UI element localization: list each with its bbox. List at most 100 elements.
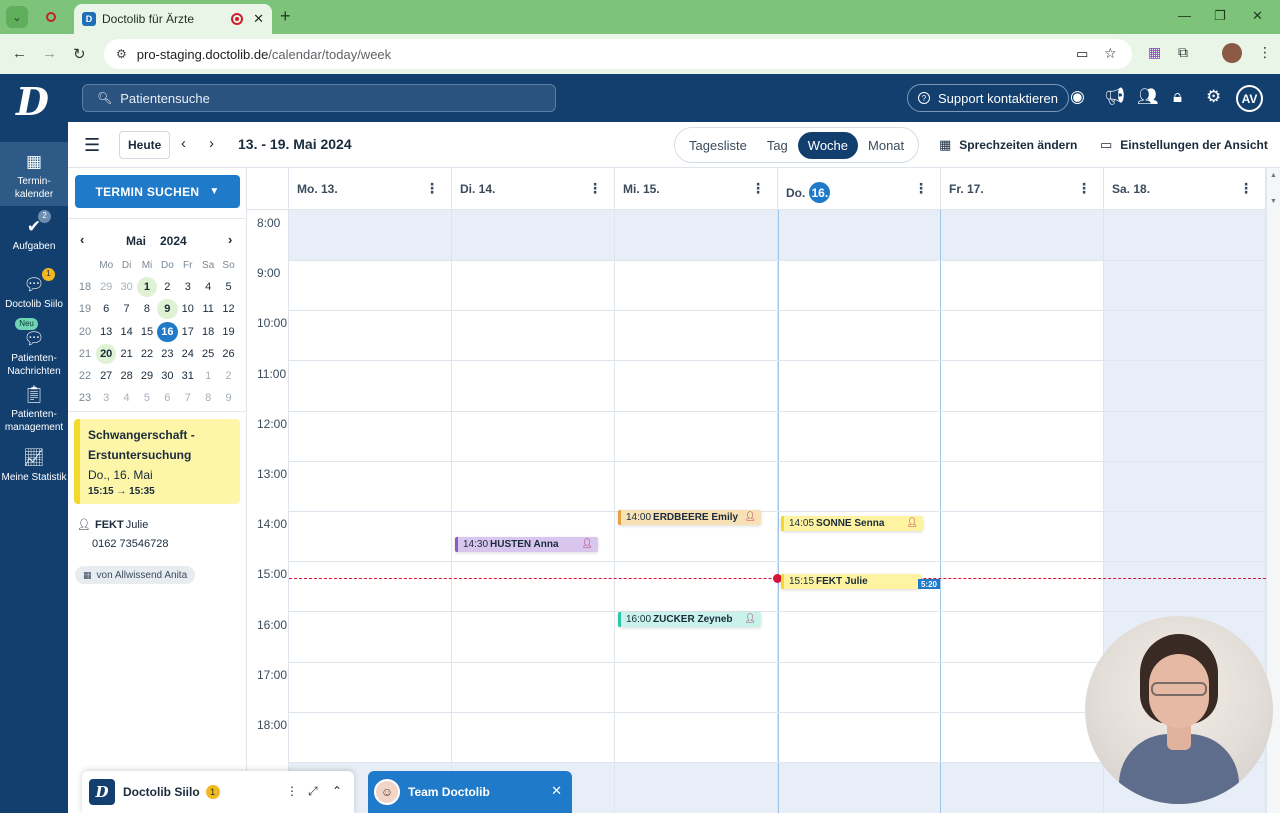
- profile-avatar[interactable]: [1222, 43, 1242, 63]
- view-tab-tagesliste[interactable]: Tagesliste: [679, 132, 757, 159]
- view-settings-button[interactable]: ▭ Einstellungen der Ansicht: [1100, 137, 1268, 153]
- lock-icon[interactable]: 🔒︎: [1173, 87, 1182, 107]
- reload-icon[interactable]: ↻: [73, 45, 86, 63]
- mini-calendar-next-button[interactable]: ›: [228, 232, 232, 247]
- extension-grid-icon[interactable]: ▦: [1148, 44, 1161, 61]
- mini-calendar-day[interactable]: 11: [198, 299, 218, 319]
- mini-calendar-day[interactable]: 9: [218, 388, 238, 408]
- more-options-icon[interactable]: ⋮: [1239, 180, 1253, 197]
- megaphone-icon[interactable]: 📢︎: [1104, 87, 1126, 107]
- chevron-up-icon[interactable]: ⌃: [332, 784, 342, 798]
- change-hours-button[interactable]: ▦ Sprechzeiten ändern: [939, 137, 1077, 153]
- next-week-button[interactable]: ›: [209, 135, 214, 152]
- mini-calendar-day[interactable]: 1: [136, 277, 158, 298]
- mini-calendar-day[interactable]: 23: [157, 344, 177, 364]
- mini-calendar-day[interactable]: 12: [218, 299, 238, 319]
- mini-calendar-day[interactable]: 6: [96, 299, 116, 319]
- mini-calendar-day[interactable]: 5: [137, 388, 157, 408]
- support-button[interactable]: ? Support kontaktieren: [907, 84, 1069, 112]
- event-erdbeere-emily[interactable]: 14:00 ERDBEERE Emily 👤︎: [618, 510, 761, 525]
- more-options-icon[interactable]: ⋮: [1077, 180, 1091, 197]
- close-window-button[interactable]: ✕: [1252, 8, 1263, 24]
- scroll-down-icon[interactable]: ▼: [1270, 198, 1277, 205]
- mini-calendar-day[interactable]: 21: [116, 344, 136, 364]
- mini-calendar-day[interactable]: 26: [218, 344, 238, 364]
- extensions-puzzle-icon[interactable]: ⧉: [1178, 44, 1188, 61]
- mini-calendar-day[interactable]: 7: [178, 388, 198, 408]
- mini-calendar-day[interactable]: 13: [96, 322, 116, 342]
- scroll-up-icon[interactable]: ▲: [1270, 172, 1277, 179]
- mini-calendar-day[interactable]: 15: [137, 322, 157, 342]
- close-tab-icon[interactable]: ✕: [253, 11, 264, 27]
- site-info-icon[interactable]: ⚙: [116, 47, 127, 61]
- mini-calendar-day[interactable]: 8: [198, 388, 218, 408]
- tab-list-button[interactable]: ⌄: [6, 6, 28, 28]
- user-avatar[interactable]: AV: [1236, 85, 1263, 112]
- team-doctolib-widget[interactable]: ☺ Team Doctolib ✕: [368, 771, 572, 813]
- mini-calendar-day[interactable]: 18: [198, 322, 218, 342]
- mini-calendar-day[interactable]: 28: [116, 366, 136, 386]
- mini-calendar-day[interactable]: 4: [198, 277, 218, 297]
- mini-calendar-prev-button[interactable]: ‹: [80, 232, 84, 247]
- more-options-icon[interactable]: ⋮: [425, 180, 439, 197]
- mini-calendar-day[interactable]: 10: [178, 299, 198, 319]
- rail-item-patient-messages[interactable]: 💬︎ Neu Patienten- Nachrichten: [0, 318, 68, 378]
- patient-info[interactable]: 👤︎ FEKT Julie: [77, 518, 148, 531]
- mini-calendar-day[interactable]: 2: [157, 277, 177, 297]
- day-header-mo[interactable]: Mo. 13. ⋮: [289, 168, 452, 210]
- siilo-chat-widget[interactable]: D Doctolib Siilo 1 ⋮ ⤢ ⌃: [82, 771, 354, 813]
- previous-week-button[interactable]: ‹: [181, 135, 186, 152]
- day-header-mi[interactable]: Mi. 15. ⋮: [615, 168, 778, 210]
- day-header-fr[interactable]: Fr. 17. ⋮: [941, 168, 1104, 210]
- mini-calendar-day[interactable]: 24: [178, 344, 198, 364]
- mini-calendar-day[interactable]: 30: [116, 277, 136, 297]
- browser-tab[interactable]: D Doctolib für Ärzte ✕: [74, 4, 272, 34]
- mini-calendar-day[interactable]: 20: [96, 343, 117, 364]
- view-tab-monat[interactable]: Monat: [858, 132, 914, 159]
- event-zucker-zeyneb[interactable]: 16:00 ZUCKER Zeyneb 👤︎: [618, 612, 761, 627]
- patient-search-input[interactable]: 🔍︎ Patientensuche: [82, 84, 556, 112]
- mini-calendar-day[interactable]: 19: [218, 322, 238, 342]
- rail-item-statistics[interactable]: 📈︎ Meine Statistik: [0, 447, 68, 484]
- doctolib-logo[interactable]: D: [16, 83, 49, 121]
- forward-icon[interactable]: →: [42, 45, 57, 62]
- back-icon[interactable]: ←: [12, 45, 27, 62]
- bookmark-star-icon[interactable]: ☆: [1104, 45, 1117, 62]
- mini-calendar-day[interactable]: 3: [178, 277, 198, 297]
- mini-calendar-day[interactable]: 29: [96, 277, 116, 297]
- today-button[interactable]: Heute: [119, 131, 171, 159]
- view-tab-tag[interactable]: Tag: [757, 132, 798, 159]
- record-icon[interactable]: [40, 6, 62, 28]
- mini-calendar-day[interactable]: 29: [137, 366, 157, 386]
- rail-item-tasks[interactable]: ✔ 2 Aufgaben: [0, 210, 68, 253]
- mini-calendar-day[interactable]: 27: [96, 366, 116, 386]
- mini-calendar-day[interactable]: 31: [178, 366, 198, 386]
- mini-calendar-day[interactable]: 9: [157, 299, 178, 320]
- mini-calendar-day[interactable]: 4: [116, 388, 136, 408]
- team-icon[interactable]: 👥︎: [1137, 87, 1159, 107]
- mini-calendar-day[interactable]: 14: [116, 322, 136, 342]
- gear-icon[interactable]: ⚙: [1206, 87, 1221, 107]
- find-appointment-button[interactable]: TERMIN SUCHEN ▼: [75, 175, 240, 208]
- view-tab-woche[interactable]: Woche: [797, 131, 859, 159]
- event-sonne-senna[interactable]: 14:05 SONNE Senna 👤︎: [781, 516, 923, 531]
- mini-calendar-day[interactable]: 17: [178, 322, 198, 342]
- expand-icon[interactable]: ⤢: [308, 784, 318, 799]
- rail-item-calendar[interactable]: ▦ Termin- kalender: [0, 142, 68, 206]
- new-tab-button[interactable]: +: [280, 6, 291, 27]
- mini-calendar-day[interactable]: 6: [157, 388, 177, 408]
- mini-calendar-day[interactable]: 2: [218, 366, 238, 386]
- more-options-icon[interactable]: ⋮: [588, 180, 602, 197]
- event-mini-block[interactable]: 5:20: [918, 579, 940, 589]
- mini-calendar-day[interactable]: 1: [198, 366, 218, 386]
- close-icon[interactable]: ✕: [551, 783, 562, 799]
- more-options-icon[interactable]: ⋮: [286, 784, 298, 798]
- event-husten-anna[interactable]: 14:30 HUSTEN Anna 👤︎: [455, 537, 598, 552]
- maximize-button[interactable]: ❐: [1214, 8, 1226, 24]
- mini-calendar-day[interactable]: 8: [137, 299, 157, 319]
- day-header-sa[interactable]: Sa. 18. ⋮: [1104, 168, 1266, 210]
- rail-item-siilo[interactable]: 💬︎ 1 Doctolib Siilo: [0, 268, 68, 311]
- mini-calendar-day[interactable]: 22: [137, 344, 157, 364]
- mini-calendar-day[interactable]: 16: [157, 321, 178, 342]
- menu-icon[interactable]: ☰: [84, 135, 100, 156]
